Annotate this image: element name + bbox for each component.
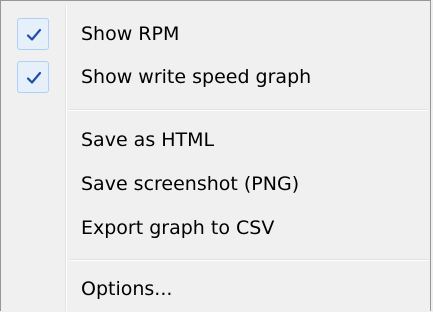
menu-item-show-write-speed-graph[interactable]: Show write speed graph <box>3 54 428 100</box>
checkmark-icon <box>26 28 42 41</box>
menu-item-label: Show RPM <box>81 23 180 45</box>
checkmark-box <box>17 18 49 50</box>
menu-item-save-as-html[interactable]: Save as HTML <box>3 117 428 163</box>
menu-item-options[interactable]: Options... <box>3 266 428 312</box>
menu-item-show-rpm[interactable]: Show RPM <box>3 11 428 57</box>
context-menu: Show RPM Show write speed graph Save as … <box>0 0 431 311</box>
menu-item-label: Save as HTML <box>81 129 215 151</box>
checkmark-icon <box>26 71 42 84</box>
menu-item-label: Options... <box>81 278 173 300</box>
menu-item-save-screenshot[interactable]: Save screenshot (PNG) <box>3 161 428 207</box>
checkmark-box <box>17 61 49 93</box>
menu-item-label: Show write speed graph <box>81 66 312 88</box>
menu-item-label: Save screenshot (PNG) <box>81 173 300 195</box>
menu-item-export-graph-csv[interactable]: Export graph to CSV <box>3 205 428 251</box>
menu-separator <box>69 109 428 111</box>
menu-separator <box>69 259 428 261</box>
menu-item-label: Export graph to CSV <box>81 217 275 239</box>
